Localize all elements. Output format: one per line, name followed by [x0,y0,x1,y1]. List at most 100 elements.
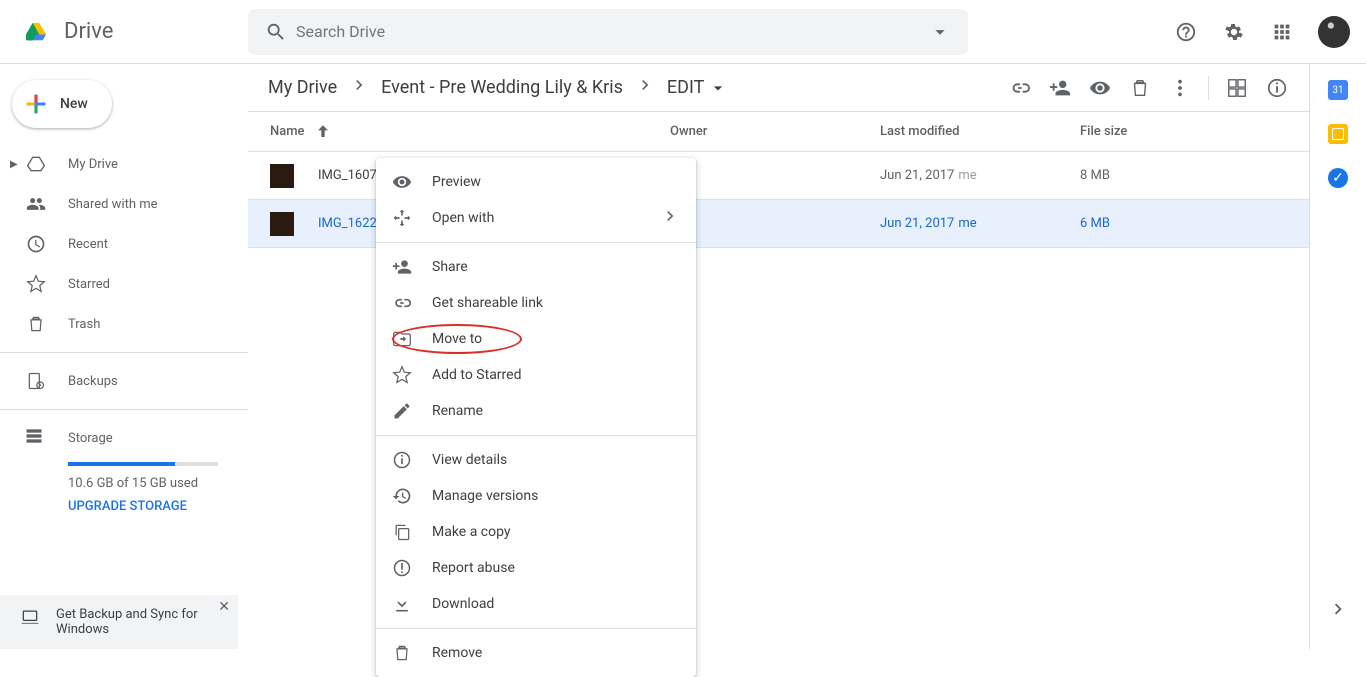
laptop-icon [20,607,40,631]
trash-icon [24,312,48,336]
calendar-app-icon[interactable]: 31 [1328,80,1348,100]
col-size-header[interactable]: File size [1080,124,1293,139]
breadcrumb-item-current[interactable]: EDIT [663,75,732,100]
help-icon[interactable] [1166,12,1206,52]
breadcrumb-item[interactable]: My Drive [264,75,341,100]
plus-icon [22,90,50,118]
search-input[interactable] [296,22,920,41]
sidebar-item-starred[interactable]: Starred [0,264,248,304]
move-to-icon [392,329,412,349]
details-info-icon[interactable] [1257,68,1297,108]
copy-icon [392,522,412,542]
col-owner-header[interactable]: Owner [670,124,880,139]
user-avatar[interactable] [1318,16,1350,48]
search-dropdown-icon[interactable] [920,12,960,52]
expand-chevron-icon[interactable]: ▶ [10,159,22,170]
breadcrumb: My Drive Event - Pre Wedding Lily & Kris… [264,75,732,100]
chevron-right-icon [635,75,655,100]
menu-open-with[interactable]: Open with [376,200,696,236]
tasks-app-icon[interactable]: ✓ [1328,168,1348,188]
delete-trash-icon[interactable] [1120,68,1160,108]
open-with-icon [392,208,412,228]
file-thumbnail [270,164,294,188]
mydrive-icon [24,152,48,176]
divider [1208,76,1209,100]
preview-eye-icon[interactable] [1080,68,1120,108]
menu-get-link[interactable]: Get shareable link [376,285,696,321]
keep-app-icon[interactable] [1328,124,1348,144]
menu-manage-versions[interactable]: Manage versions [376,478,696,514]
app-name: Drive [64,19,113,44]
view-grid-icon[interactable] [1217,68,1257,108]
divider [0,409,248,410]
new-button[interactable]: New [12,80,112,128]
link-icon [392,293,412,313]
apps-grid-icon[interactable] [1262,12,1302,52]
sidebar-item-label: Starred [68,277,110,292]
file-size: 8 MB [1080,168,1293,183]
file-owner: me [670,216,880,231]
side-panel: 31 ✓ [1310,64,1366,649]
logo-area[interactable]: Drive [8,12,248,52]
drive-logo-icon [16,12,56,52]
storage-text: 10.6 GB of 15 GB used [68,476,224,491]
breadcrumb-item[interactable]: Event - Pre Wedding Lily & Kris [377,75,627,100]
get-link-icon[interactable] [1000,68,1040,108]
menu-add-starred[interactable]: Add to Starred [376,357,696,393]
menu-download[interactable]: Download [376,586,696,622]
menu-divider [376,435,696,436]
trash-icon [392,643,412,663]
file-name: IMG_1622 [318,216,377,231]
recent-icon [24,232,48,256]
shared-icon [24,192,48,216]
storage-section: Storage 10.6 GB of 15 GB used UPGRADE ST… [0,418,248,514]
close-promo-icon[interactable]: ✕ [218,599,230,615]
rename-icon [392,401,412,421]
sidebar-item-shared[interactable]: Shared with me [0,184,248,224]
menu-view-details[interactable]: View details [376,442,696,478]
new-button-label: New [60,96,88,112]
sidebar-item-backups[interactable]: Backups [0,361,248,401]
history-icon [392,486,412,506]
more-actions-icon[interactable] [1160,68,1200,108]
settings-gear-icon[interactable] [1214,12,1254,52]
sidebar-item-label: Backups [68,374,118,389]
col-name-header[interactable]: Name [270,122,670,142]
storage-label[interactable]: Storage [68,431,113,446]
upgrade-storage-link[interactable]: UPGRADE STORAGE [68,499,224,514]
share-person-icon[interactable] [1040,68,1080,108]
menu-divider [376,628,696,629]
search-icon[interactable] [256,12,296,52]
menu-divider [376,242,696,243]
header: Drive [0,0,1366,64]
storage-bar [68,462,218,466]
expand-panel-icon[interactable] [1318,589,1358,629]
menu-move-to[interactable]: Move to [376,321,696,357]
eye-icon [392,172,412,192]
menu-report-abuse[interactable]: Report abuse [376,550,696,586]
file-owner: me [670,168,880,183]
star-icon [24,272,48,296]
menu-preview[interactable]: Preview [376,164,696,200]
promo-banner[interactable]: Get Backup and Sync for Windows ✕ [0,595,238,649]
menu-make-copy[interactable]: Make a copy [376,514,696,550]
context-menu: Preview Open with Share Get shareable li… [376,158,696,677]
toolbar: My Drive Event - Pre Wedding Lily & Kris… [248,64,1309,112]
file-thumbnail [270,212,294,236]
col-modified-header[interactable]: Last modified [880,124,1080,139]
sidebar-item-mydrive[interactable]: ▶ My Drive [0,144,248,184]
sidebar-item-trash[interactable]: Trash [0,304,248,344]
file-modified: Jun 21, 2017me [880,216,1080,231]
info-icon [392,450,412,470]
file-name: IMG_1607 [318,168,377,183]
storage-icon [24,426,48,450]
download-icon [392,594,412,614]
chevron-down-icon [708,78,728,98]
menu-remove[interactable]: Remove [376,635,696,671]
sidebar-item-recent[interactable]: Recent [0,224,248,264]
column-header: Name Owner Last modified File size [248,112,1309,152]
menu-share[interactable]: Share [376,249,696,285]
search-bar[interactable] [248,9,968,55]
menu-rename[interactable]: Rename [376,393,696,429]
person-add-icon [392,257,412,277]
